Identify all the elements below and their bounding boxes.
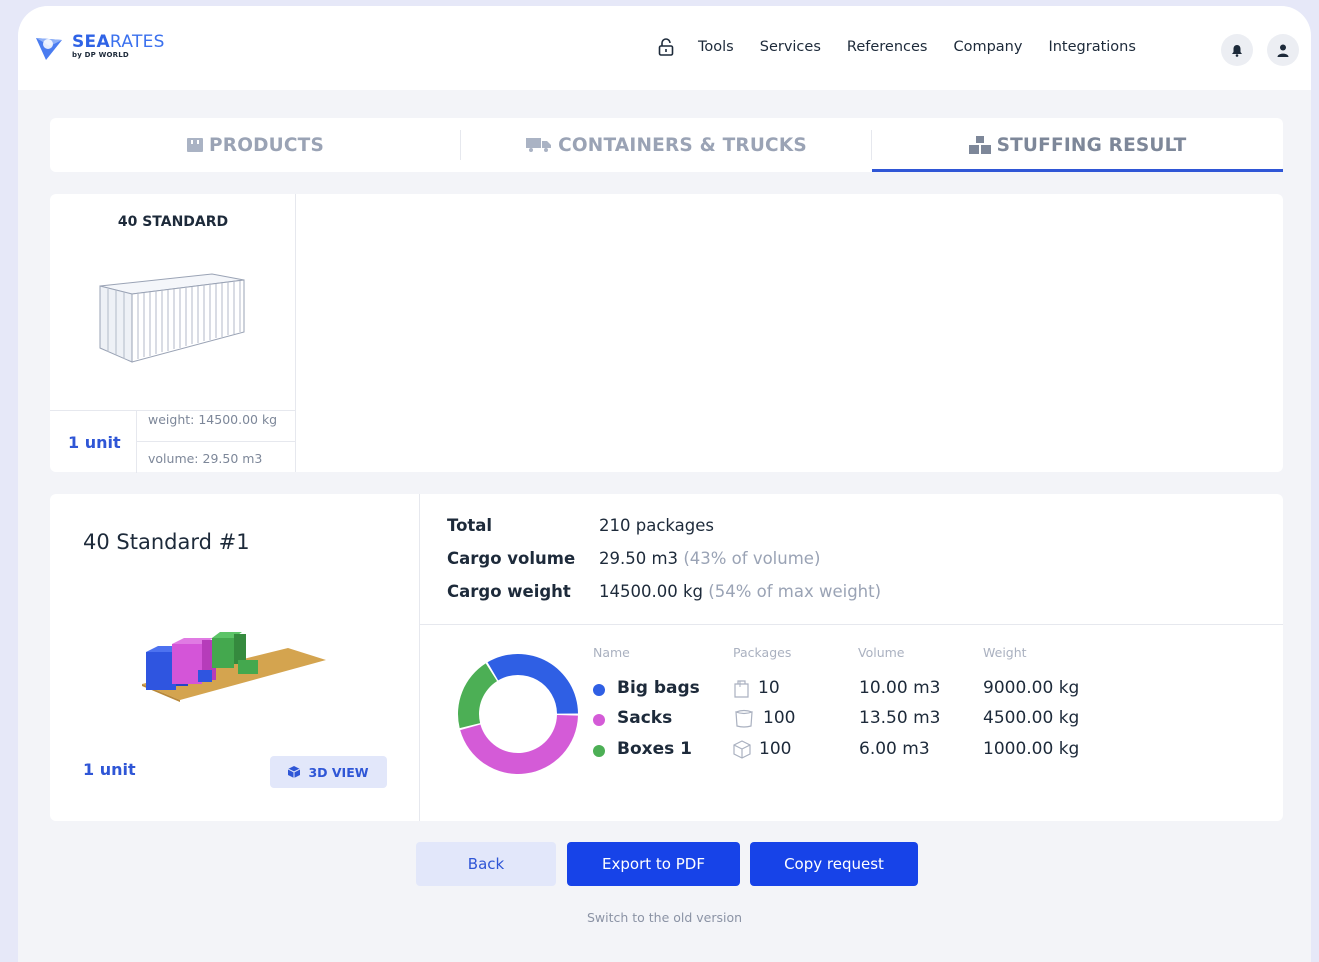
summary-volume-label: Cargo volume (447, 549, 576, 568)
sack-icon (735, 709, 753, 728)
tabs-bar: PRODUCTS CONTAINERS & TRUCKS STUFFING RE… (50, 118, 1283, 172)
summary-total-label: Total (447, 516, 493, 535)
truck-icon (526, 138, 552, 152)
summary-weight-value: 14500.00 kg (599, 582, 704, 601)
cargo-weight: 9000.00 kg (983, 678, 1080, 698)
cargo-packages-value: 10 (758, 678, 780, 698)
brand-regular: RATES (109, 32, 165, 52)
export-pdf-button[interactable]: Export to PDF (567, 842, 740, 886)
lock-icon[interactable] (658, 38, 674, 56)
cargo-name: Big bags (617, 678, 700, 698)
view-3d-label: 3D VIEW (308, 764, 369, 780)
cargo-volume: 13.50 m3 (859, 708, 941, 728)
column-header-volume: Volume (858, 645, 905, 660)
result-unit-count: 1 unit (83, 760, 136, 779)
cube-icon (288, 766, 301, 778)
donut-slice-big-bags (487, 654, 578, 714)
tab-products[interactable]: PRODUCTS (50, 118, 461, 172)
nav-integrations[interactable]: Integrations (1048, 39, 1135, 55)
user-icon (1277, 44, 1289, 57)
summary-volume-percent: (43% of volume) (683, 549, 821, 568)
copy-request-button[interactable]: Copy request (750, 842, 918, 886)
tab-containers-trucks[interactable]: CONTAINERS & TRUCKS (461, 118, 872, 172)
bag-icon (734, 679, 749, 698)
view-3d-button[interactable]: 3D VIEW (270, 756, 387, 788)
container-summary-card: 40 STANDARD 1 unit weight: 14500.00 kg v… (50, 194, 1283, 473)
result-container-title: 40 Standard #1 (83, 530, 250, 554)
header: SEARATES by DP WORLD Tools Services Refe… (18, 6, 1311, 90)
notifications-button[interactable] (1221, 34, 1253, 66)
cargo-packages-value: 100 (763, 708, 796, 728)
cargo-weight: 4500.00 kg (983, 708, 1080, 728)
column-header-weight: Weight (983, 645, 1027, 660)
column-header-name: Name (593, 645, 630, 660)
summary-weight-text: 14500.00 kg (54% of max weight) (599, 582, 881, 601)
nav-tools[interactable]: Tools (698, 39, 734, 55)
cargo-packages-value: 100 (759, 739, 792, 759)
summary-volume-text: 29.50 m3 (43% of volume) (599, 549, 820, 568)
cargo-volume: 6.00 m3 (859, 739, 930, 759)
active-tab-indicator (872, 169, 1283, 172)
box-icon (733, 739, 751, 759)
brand-bold: SEA (72, 32, 110, 52)
tab-stuffing-label: STUFFING RESULT (996, 134, 1187, 156)
container-volume: volume: 29.50 m3 (148, 451, 263, 466)
legend-dot (593, 714, 605, 726)
switch-old-version-link[interactable]: Switch to the old version (18, 910, 1311, 925)
tab-products-label: PRODUCTS (208, 134, 325, 156)
app-window: SEARATES by DP WORLD Tools Services Refe… (18, 6, 1311, 962)
legend-dot (593, 745, 605, 757)
container-illustration (99, 273, 245, 363)
summary-weight-label: Cargo weight (447, 582, 571, 601)
column-header-packages: Packages (733, 645, 792, 660)
legend-dot (593, 684, 605, 696)
divider (420, 624, 1283, 625)
bell-icon (1232, 44, 1242, 57)
cargo-name: Boxes 1 (617, 739, 692, 759)
searates-logo-icon (36, 38, 62, 60)
cargo-packages: 100 (733, 739, 791, 759)
nav-references[interactable]: References (847, 39, 928, 55)
cargo-name: Sacks (617, 708, 673, 728)
summary-volume-value: 29.50 m3 (599, 549, 679, 568)
donut-slice-boxes-1 (458, 663, 498, 729)
container-stats: 1 unit weight: 14500.00 kg volume: 29.50… (50, 410, 296, 473)
divider (136, 441, 296, 442)
nav-services[interactable]: Services (760, 39, 821, 55)
cargo-volume: 10.00 m3 (859, 678, 941, 698)
result-container-panel: 40 Standard #1 1 unit 3D VIEW (50, 494, 420, 821)
container-type-title: 40 STANDARD (117, 214, 229, 230)
tab-stuffing-result[interactable]: STUFFING RESULT (872, 118, 1283, 172)
donut-slice-sacks (460, 715, 578, 774)
back-button[interactable]: Back (416, 842, 556, 886)
cargo-3d-preview (142, 632, 326, 702)
logo[interactable]: SEARATES by DP WORLD (34, 32, 165, 62)
brand-sub: by DP WORLD (72, 51, 129, 59)
cargo-packages: 10 (733, 678, 780, 698)
stuffing-result-card: 40 Standard #1 1 unit 3D VIEW Total 210 … (50, 494, 1283, 821)
summary-weight-percent: (54% of max weight) (708, 582, 882, 601)
divider (136, 411, 137, 473)
container-unit-count: 1 unit (68, 433, 121, 452)
account-button[interactable] (1267, 34, 1299, 66)
cargo-share-donut (458, 654, 578, 774)
container-weight: weight: 14500.00 kg (148, 412, 278, 427)
container-tile[interactable]: 40 STANDARD 1 unit weight: 14500.00 kg v… (50, 194, 296, 473)
tab-containers-label: CONTAINERS & TRUCKS (558, 134, 807, 156)
summary-total-value: 210 packages (599, 516, 714, 535)
cargo-weight: 1000.00 kg (983, 739, 1080, 759)
main-nav: Tools Services References Company Integr… (658, 38, 1162, 56)
cargo-packages: 100 (733, 708, 795, 728)
nav-company[interactable]: Company (953, 39, 1022, 55)
stacked-boxes-icon (968, 136, 991, 154)
products-icon (186, 138, 203, 152)
